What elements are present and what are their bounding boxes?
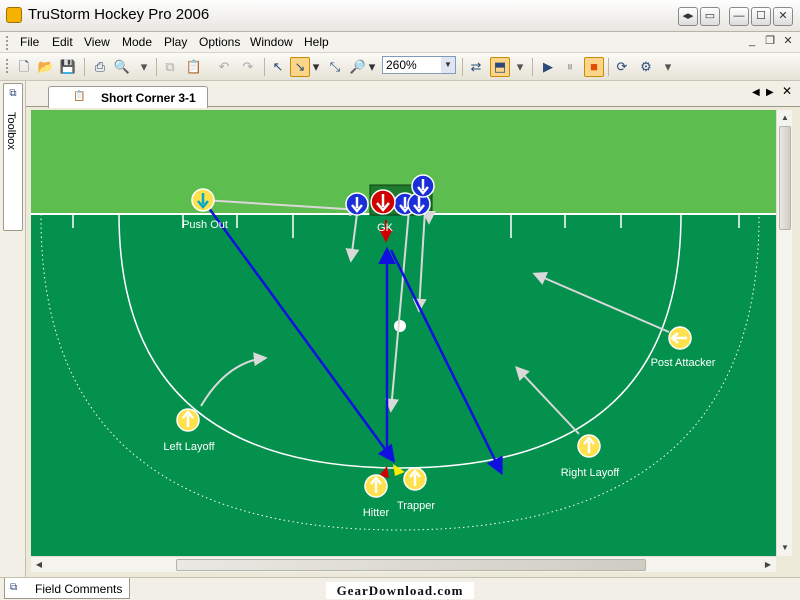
play-document-icon: 📋 — [73, 91, 86, 102]
fit-page-icon[interactable]: ⇄ — [466, 57, 486, 77]
close-button[interactable]: ✕ — [773, 7, 793, 26]
toolbar-separator — [156, 58, 157, 76]
stop-icon[interactable]: ■ — [584, 57, 604, 77]
menu-options[interactable]: Options — [199, 35, 240, 49]
toolbar-separator — [462, 58, 463, 76]
paste-icon[interactable]: 📋 — [184, 57, 204, 77]
hockey-field-diagram[interactable]: GK Push Out Post Attacker Left Layoff Ri… — [31, 110, 776, 556]
menu-help[interactable]: Help — [304, 35, 329, 49]
toolbar-overflow-icon-3[interactable]: ▾ — [662, 57, 674, 77]
toolbar-separator — [84, 58, 85, 76]
zoom-dropdown-icon[interactable]: ▾ — [366, 57, 378, 77]
toolbox-panel: ⧉ Toolbox — [0, 81, 26, 577]
field-comments-tab[interactable]: ⧉ Field Comments — [4, 578, 130, 599]
player-label-right-layoff: Right Layoff — [561, 467, 620, 479]
select-pointer-icon[interactable]: ↖ — [268, 57, 288, 77]
player-label-gk: GK — [377, 222, 394, 234]
open-folder-icon[interactable]: 📂 — [36, 57, 56, 77]
copy-icon[interactable]: ⧉ — [160, 57, 180, 77]
maximize-button[interactable]: ☐ — [751, 7, 771, 26]
tab-scroll-right-icon[interactable]: ▶ — [766, 87, 774, 98]
scroll-down-icon[interactable]: ▼ — [777, 540, 793, 556]
export-icon[interactable]: ⬒ — [490, 57, 510, 77]
toolbar-separator — [264, 58, 265, 76]
player-label-push-out: Push Out — [182, 219, 228, 231]
loop-icon[interactable]: ⟳ — [612, 57, 632, 77]
menu-play[interactable]: Play — [164, 35, 187, 49]
tab-short-corner[interactable]: 📋 Short Corner 3-1 — [48, 86, 208, 108]
menu-view[interactable]: View — [84, 35, 110, 49]
scroll-right-icon[interactable]: ▶ — [760, 557, 776, 573]
player-label-post-attacker: Post Attacker — [651, 357, 716, 369]
window-title: TruStorm Hockey Pro 2006 — [28, 6, 210, 23]
player-label-left-layoff: Left Layoff — [163, 441, 215, 453]
menu-mode[interactable]: Mode — [122, 35, 152, 49]
toolbar-overflow-icon[interactable]: ▾ — [138, 57, 150, 77]
tab-label: Short Corner 3-1 — [101, 91, 196, 105]
menu-window[interactable]: Window — [250, 35, 293, 49]
new-file-icon[interactable]: 🗋 — [14, 57, 34, 77]
menu-edit[interactable]: Edit — [52, 35, 73, 49]
toolbox-icon: ⧉ — [9, 88, 17, 99]
player-label-trapper: Trapper — [397, 500, 435, 512]
comments-icon: ⧉ — [10, 582, 18, 593]
horizontal-scrollbar[interactable]: ◀ ▶ — [31, 556, 776, 572]
settings-icon[interactable]: ⚙ — [636, 57, 656, 77]
draw-arrow-dropdown-icon[interactable]: ▾ — [310, 57, 322, 77]
resize-icon[interactable]: ⤡ — [325, 57, 345, 77]
menu-bar: File Edit View Mode Play Options Window … — [0, 32, 800, 53]
player-label-hitter: Hitter — [363, 507, 390, 519]
toolbox-tab[interactable]: ⧉ Toolbox — [3, 83, 23, 231]
zoom-combobox-arrow-icon[interactable]: ▼ — [441, 57, 455, 73]
undo-icon[interactable]: ↶ — [214, 57, 234, 77]
zoom-icon[interactable]: 🔎 — [348, 57, 368, 77]
toolbar-separator — [608, 58, 609, 76]
horizontal-scroll-thumb[interactable] — [176, 559, 646, 571]
mdi-close-icon[interactable]: ✕ — [780, 34, 796, 50]
redo-icon[interactable]: ↷ — [238, 57, 258, 77]
title-bar: TruStorm Hockey Pro 2006 ◂▸ ▭ — ☐ ✕ — [0, 0, 800, 32]
menu-grip[interactable] — [6, 36, 9, 50]
tab-scroll-left-icon[interactable]: ◀ — [752, 87, 760, 98]
field-canvas[interactable]: GK Push Out Post Attacker Left Layoff Ri… — [31, 110, 776, 556]
restore-size-button[interactable]: ◂▸ — [678, 7, 698, 26]
app-logo-icon — [6, 7, 22, 23]
toolbar-overflow-icon-2[interactable]: ▾ — [514, 57, 526, 77]
defender-4[interactable] — [411, 174, 435, 198]
document-tab-strip: 📋 Short Corner 3-1 ◀ ▶ ✕ — [26, 81, 800, 108]
watermark-logo: GearDownload.com — [326, 582, 474, 599]
save-icon[interactable]: 💾 — [58, 57, 78, 77]
pause-icon[interactable]: ⏸ — [560, 57, 580, 77]
scroll-left-icon[interactable]: ◀ — [31, 557, 47, 573]
vertical-scroll-thumb[interactable] — [779, 126, 791, 230]
defender-1[interactable] — [345, 192, 369, 216]
vertical-scrollbar[interactable]: ▲ ▼ — [776, 110, 792, 556]
print-preview-icon[interactable]: 🔍 — [112, 57, 132, 77]
play-icon[interactable]: ▶ — [538, 57, 558, 77]
scroll-corner — [776, 556, 792, 572]
mdi-minimize-icon[interactable]: _ — [744, 34, 760, 50]
scroll-up-icon[interactable]: ▲ — [777, 110, 793, 126]
toolbar-separator — [532, 58, 533, 76]
zoom-value: 260% — [386, 58, 417, 72]
minimize-button[interactable]: — — [729, 7, 749, 26]
draw-arrow-icon[interactable]: ↘ — [290, 57, 310, 77]
tab-close-icon[interactable]: ✕ — [782, 84, 792, 98]
zoom-combobox[interactable]: 260% ▼ — [382, 56, 456, 74]
ball — [394, 320, 406, 332]
toolbar-grip[interactable] — [6, 59, 9, 73]
menu-file[interactable]: File — [20, 35, 39, 49]
window-options-button[interactable]: ▭ — [700, 7, 720, 26]
toolbox-label: Toolbox — [5, 112, 17, 150]
print-icon[interactable]: ⎙ — [90, 57, 110, 77]
mdi-restore-icon[interactable]: ❐ — [762, 34, 778, 50]
field-comments-label: Field Comments — [35, 582, 123, 596]
